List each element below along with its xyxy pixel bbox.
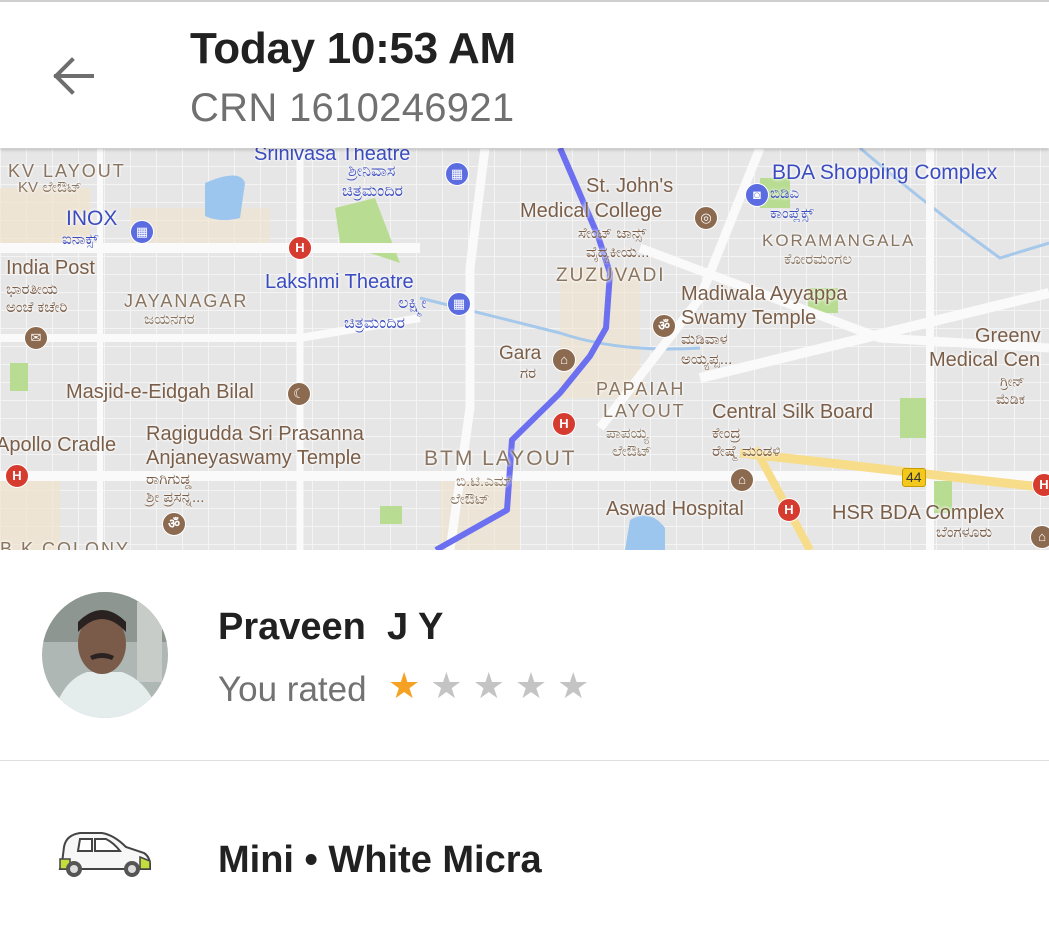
map-label: ಶ್ರೀ ಪ್ರಸನ್ನ... (146, 489, 205, 506)
post-office-icon[interactable]: ✉ (24, 326, 48, 350)
map-label: Greenv (975, 325, 1041, 347)
map-label: ಕೋರಮಂಗಲ (784, 251, 852, 268)
museum-icon[interactable]: ⌂ (552, 348, 576, 372)
map-label: ಜಯನಗರ (144, 311, 195, 328)
map-label: ಪಾಪಯ್ಯ (606, 425, 649, 442)
map-label: ಮೆಡಿಕ (996, 391, 1025, 407)
driver-avatar (42, 592, 168, 718)
shopping-icon[interactable]: ◙ (745, 183, 769, 207)
map-label: Aswad Hospital (606, 498, 744, 520)
map-label: ಕಾಂಪ್ಲೆಕ್ಸ್ (770, 205, 814, 222)
map-label: LAYOUT (603, 401, 686, 421)
map-label: ರೇಷ್ಮೆ ಮಂಡಳಿ (712, 443, 781, 460)
driver-name: Praveen J Y (218, 606, 444, 648)
star-empty-icon[interactable]: ★ (473, 666, 505, 706)
map-label: ಬಿ.ಟಿ.ಎಮ್ (456, 473, 513, 490)
driver-card: Praveen J Y You rated ★ ★ ★ ★ ★ (0, 550, 1049, 760)
map-label: Anjaneyaswamy Temple (146, 447, 362, 469)
temple-icon[interactable]: ॐ (162, 512, 186, 536)
map-label: St. John's (586, 175, 674, 197)
map-label: B K COLONY (0, 539, 131, 550)
highway-badge: 44 (902, 468, 926, 487)
park (380, 506, 402, 524)
back-button[interactable] (48, 52, 100, 100)
map-label: Gara (499, 343, 542, 364)
hospital-icon[interactable]: H (5, 464, 29, 488)
map-label: Central Silk Board (712, 401, 874, 423)
driver-photo (42, 592, 168, 718)
map-label: Swamy Temple (681, 307, 817, 329)
map-label: ಗರ (520, 365, 537, 382)
map-label: Lakshmi Theatre (265, 271, 414, 293)
cinema-icon[interactable]: ▦ (130, 220, 154, 244)
mosque-icon[interactable]: ☾ (287, 382, 311, 406)
arrow-left-icon (53, 57, 94, 95)
crn-number: CRN 1610246921 (190, 86, 515, 130)
map-label: ಲಕ್ಷ್ಮೀ (398, 295, 427, 312)
park (900, 398, 930, 438)
trip-header: Today 10:53 AM CRN 1610246921 (0, 2, 1049, 148)
cinema-icon[interactable]: ▦ (447, 292, 471, 316)
map-label: Ragigudda Sri Prasanna (146, 423, 364, 445)
map-label: INOX (66, 207, 118, 230)
hospital-icon[interactable]: H (777, 498, 801, 522)
map-label: India Post (6, 257, 95, 279)
map-label: ಸೇಂಟ್ ಜಾನ್ಸ್ (578, 225, 647, 242)
map-label: Apollo Cradle (0, 434, 117, 456)
map-label: BDA Shopping Complex (772, 161, 998, 184)
map-label: Medical College (520, 200, 663, 222)
cinema-icon[interactable]: ▦ (445, 162, 469, 186)
map-label: ZUZUVADI (556, 265, 666, 286)
map-label: Medical Cen (929, 349, 1041, 371)
map-label: ಐನಾಕ್ಸ್ (62, 231, 99, 248)
star-empty-icon[interactable]: ★ (430, 666, 462, 706)
map-label: BTM LAYOUT (424, 447, 577, 470)
map-label: ವೈದ್ಯಕೀಯ... (586, 244, 650, 261)
map-label: JAYANAGAR (124, 291, 249, 311)
map-label: ಲೇಔಟ್ (450, 491, 490, 508)
hospital-icon[interactable]: H (1032, 473, 1049, 497)
map-label: ಶ್ರೀನಿವಾಸ (348, 163, 396, 180)
map-label: Masjid-e-Eidgah Bilal (66, 381, 254, 403)
temple-icon[interactable]: ॐ (652, 314, 676, 338)
map-label: PAPAIAH (596, 379, 686, 399)
star-empty-icon[interactable]: ★ (557, 666, 589, 706)
map-label: ಬಿಡಿಎ (770, 185, 800, 202)
map-label: KORAMANGALA (762, 231, 916, 250)
map-label: ಮಡಿವಾಳ (681, 331, 728, 348)
map-label: ಗ್ರೀನ್ (1000, 373, 1025, 389)
map-label: ಚಿತ್ರಮಂದಿರ (344, 315, 406, 332)
map-label: ಅಯ್ಯಪ್ಪ... (681, 351, 733, 368)
park (10, 363, 28, 391)
hospital-icon[interactable]: H (552, 412, 576, 436)
star-empty-icon[interactable]: ★ (515, 666, 547, 706)
map-label: Madiwala Ayyappa (681, 283, 848, 305)
college-icon[interactable]: ◎ (694, 206, 718, 230)
star-filled-icon[interactable]: ★ (388, 666, 420, 706)
car-icon (56, 829, 154, 884)
hospital-icon[interactable]: H (288, 236, 312, 260)
vehicle-description: Mini • White Micra (218, 839, 542, 881)
map-label: ಕೇಂದ್ರ (712, 425, 741, 442)
rating-stars[interactable]: ★ ★ ★ ★ ★ (388, 666, 589, 706)
landmark-icon[interactable]: ⌂ (730, 468, 754, 492)
map-label: ಅಂಚೆ ಕಚೇರಿ (6, 299, 68, 316)
map-label: ಭಾರತೀಯ (6, 281, 58, 298)
map-label: ರಾಗಿಗುಡ್ಡ (146, 471, 192, 488)
vehicle-card: Mini • White Micra (0, 761, 1049, 945)
map-label: ಚಿತ್ರಮಂದಿರ (342, 183, 404, 200)
map-label: ಬೆಂಗಳೂರು (936, 524, 993, 541)
lake (205, 175, 245, 221)
landmark-icon[interactable]: ⌂ (1030, 525, 1049, 549)
map-label: ಲೇಔಟ್ (612, 443, 652, 460)
rated-label: You rated (218, 670, 367, 709)
map-label: KV ಲೇಔಟ್ (18, 179, 82, 196)
trip-time: Today 10:53 AM (190, 24, 516, 73)
map-label: HSR BDA Complex (832, 502, 1005, 524)
route-map[interactable]: 44 ▦ ▦ ▦ ◙ H H H H H ✉ ◎ ⌂ ☾ ॐ ॐ ⌂ ⌂ KV … (0, 148, 1049, 550)
